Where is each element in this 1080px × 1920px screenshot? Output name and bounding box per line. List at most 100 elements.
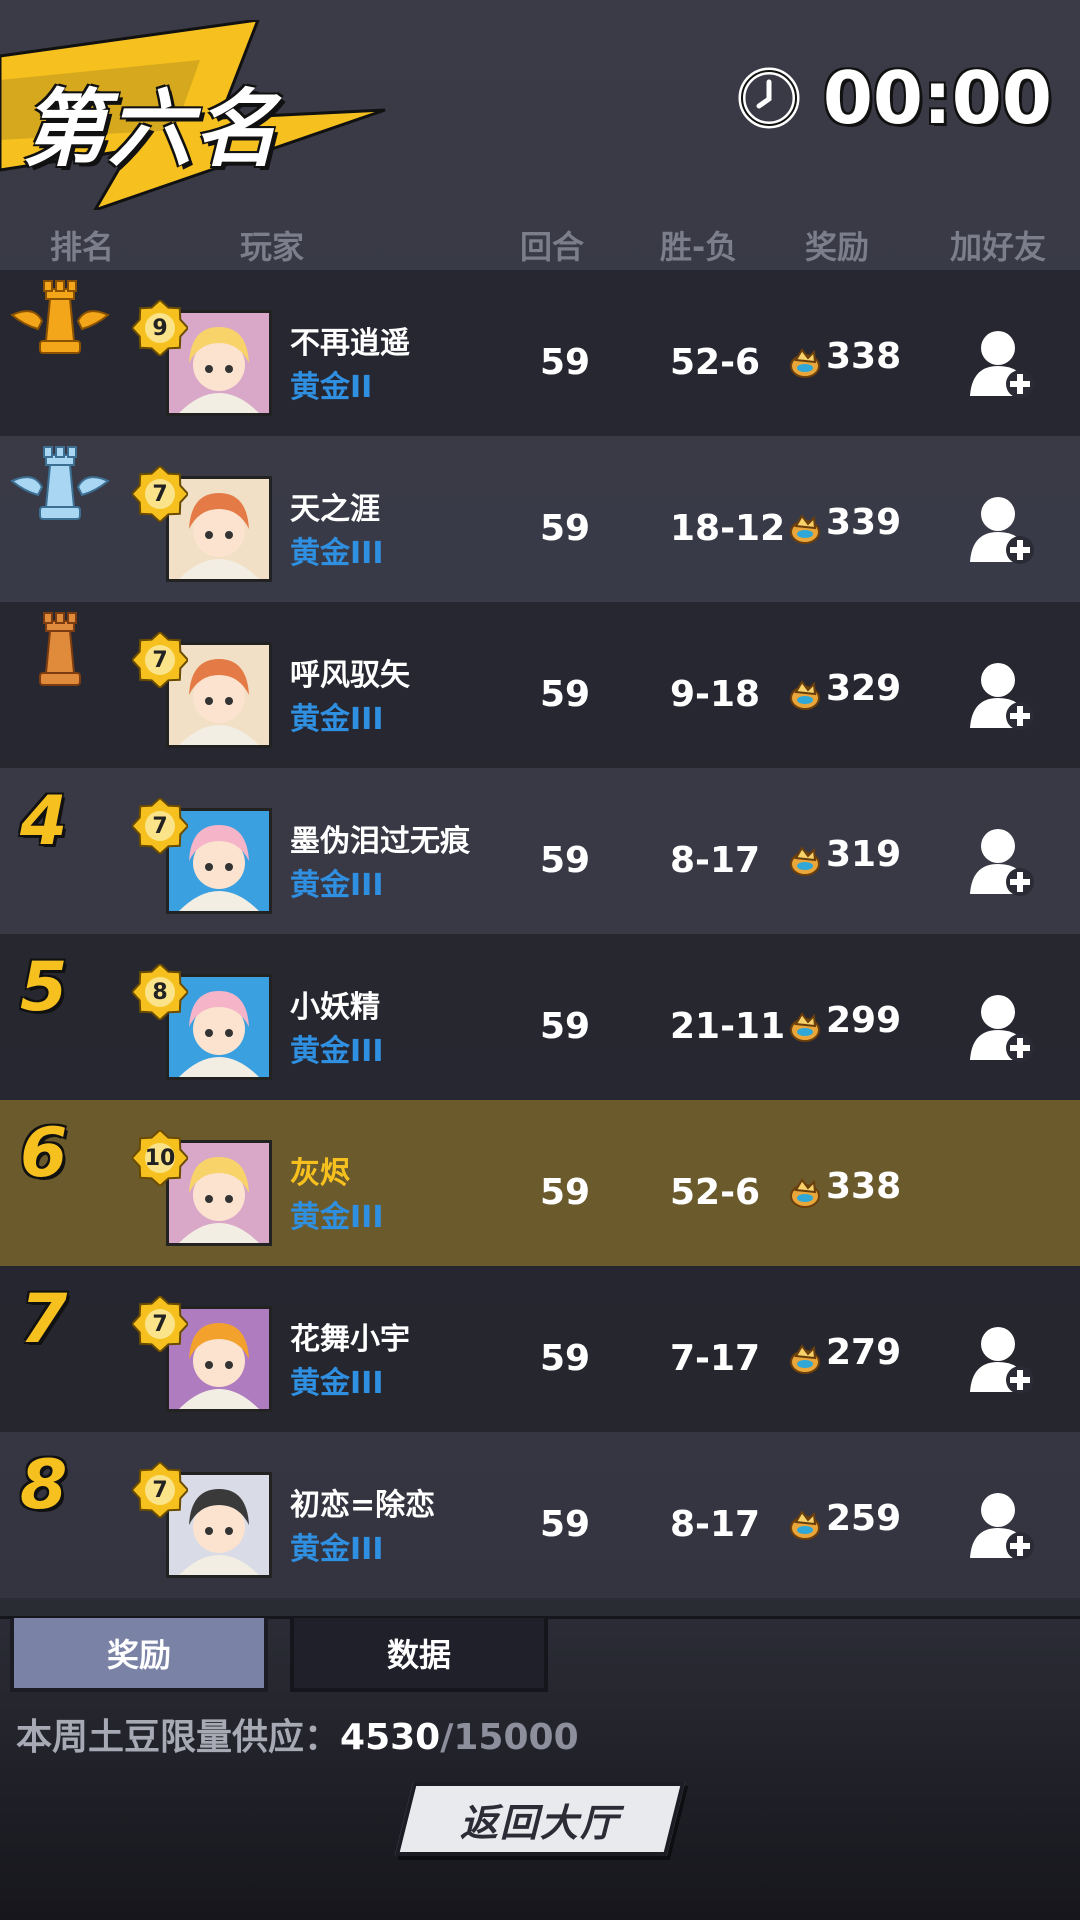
gold-rook-trophy-icon [0,270,120,370]
potato-coin-icon [788,1508,822,1542]
reward-value: 259 [826,1498,902,1539]
clock-icon [738,67,800,129]
rounds-value: 59 [540,1172,591,1213]
reward-value: 339 [826,502,902,543]
supply-total: /15000 [440,1717,579,1758]
add-friend-icon[interactable] [968,826,1038,898]
supply-label: 本周土豆限量供应： [16,1717,341,1758]
player-avatar-group: 7 [130,1294,278,1414]
table-row: 4 7 墨伪泪过无痕 黄金III 59 8-17 319 [0,768,1080,934]
timer-text: 00:00 [822,56,1052,140]
player-avatar-group: 7 [130,464,278,584]
player-tier: 黄金III [290,1532,384,1567]
table-row: 7 天之涯 黄金III 59 18-12 339 [0,436,1080,602]
table-row: 5 8 小妖精 黄金III 59 21-11 299 [0,934,1080,1100]
add-friend-icon[interactable] [968,1490,1038,1562]
tab-rewards[interactable]: 奖励 [10,1618,268,1692]
add-friend-icon[interactable] [968,1324,1038,1396]
potato-coin-icon [788,844,822,878]
level-number: 9 [152,315,168,341]
player-name: 不再逍遥 [290,326,410,361]
win-loss-value: 8-17 [670,840,761,881]
player-tier: 黄金III [290,1366,384,1401]
rank-number: 4 [20,782,68,861]
rounds-value: 59 [540,342,591,383]
win-loss-value: 18-12 [670,508,786,549]
win-loss-value: 52-6 [670,1172,761,1213]
player-tier: 黄金III [290,1034,384,1069]
reward-value: 279 [826,1332,902,1373]
leaderboard: 9 不再逍遥 黄金II 59 52-6 338 7 天之涯 黄金III 59 1… [0,270,1080,1598]
add-friend-icon[interactable] [968,660,1038,732]
win-loss-value: 7-17 [670,1338,761,1379]
player-name: 灰烬 [290,1156,350,1191]
player-name: 小妖精 [290,990,380,1025]
level-number: 8 [152,979,168,1005]
table-row: 7 呼风驭矢 黄金III 59 9-18 329 [0,602,1080,768]
win-loss-value: 9-18 [670,674,761,715]
reward-value: 329 [826,668,902,709]
col-reward: 奖励 [805,228,870,266]
level-star-icon: 7 [130,1460,190,1520]
level-number: 7 [152,1311,168,1337]
col-add-friend: 加好友 [950,228,1047,266]
table-row: 7 7 花舞小宇 黄金III 59 7-17 279 [0,1266,1080,1432]
silver-rook-trophy-icon [0,436,120,536]
col-win-loss: 胜-负 [660,228,738,266]
table-row: 9 不再逍遥 黄金II 59 52-6 338 [0,270,1080,436]
player-name: 花舞小宇 [290,1322,410,1357]
rank-number: 5 [20,948,68,1027]
reward-value: 299 [826,1000,902,1041]
bronze-rook-trophy-icon [0,602,120,702]
weekly-supply: 本周土豆限量供应：4530/15000 [16,1708,579,1760]
table-row-self: 6 10 灰烬 黄金III 59 52-6 338 [0,1100,1080,1266]
potato-coin-icon [788,1176,822,1210]
player-name: 初恋=除恋 [290,1488,436,1523]
rank-number: 6 [20,1114,68,1193]
rank-number: 7 [20,1280,68,1359]
player-tier: 黄金III [290,868,384,903]
timer: 00:00 [737,56,1052,140]
tab-stats[interactable]: 数据 [290,1618,548,1692]
win-loss-value: 52-6 [670,342,761,383]
potato-coin-icon [788,678,822,712]
col-player: 玩家 [240,228,305,266]
rounds-value: 59 [540,1504,591,1545]
player-name: 天之涯 [290,492,380,527]
level-star-icon: 9 [130,298,190,358]
potato-coin-icon [788,346,822,380]
rounds-value: 59 [540,1006,591,1047]
rounds-value: 59 [540,1338,591,1379]
level-number: 7 [152,481,168,507]
level-star-icon: 10 [130,1128,190,1188]
reward-value: 338 [826,1166,902,1207]
add-friend-icon[interactable] [968,328,1038,400]
player-avatar-group: 9 [130,298,278,418]
rounds-value: 59 [540,508,591,549]
add-friend-icon[interactable] [968,992,1038,1064]
player-tier: 黄金III [290,702,384,737]
player-name: 呼风驭矢 [290,658,410,693]
level-star-icon: 7 [130,630,190,690]
player-avatar-group: 8 [130,962,278,1082]
rounds-value: 59 [540,840,591,881]
supply-current: 4530 [340,1717,441,1758]
level-number: 10 [144,1145,176,1171]
rank-title: 第六名 [22,80,281,178]
back-button-label: 返回大厅 [459,1800,620,1845]
potato-coin-icon [788,1010,822,1044]
player-tier: 黄金III [290,536,384,571]
back-to-lobby-button[interactable]: 返回大厅 [394,1782,686,1856]
level-number: 7 [152,1477,168,1503]
col-rank: 排名 [50,228,115,266]
win-loss-value: 21-11 [670,1006,786,1047]
level-star-icon: 7 [130,796,190,856]
level-star-icon: 7 [130,1294,190,1354]
add-friend-icon[interactable] [968,494,1038,566]
level-star-icon: 8 [130,962,190,1022]
player-avatar-group: 7 [130,796,278,916]
rounds-value: 59 [540,674,591,715]
col-rounds: 回合 [520,228,585,266]
win-loss-value: 8-17 [670,1504,761,1545]
player-avatar-group: 7 [130,1460,278,1580]
